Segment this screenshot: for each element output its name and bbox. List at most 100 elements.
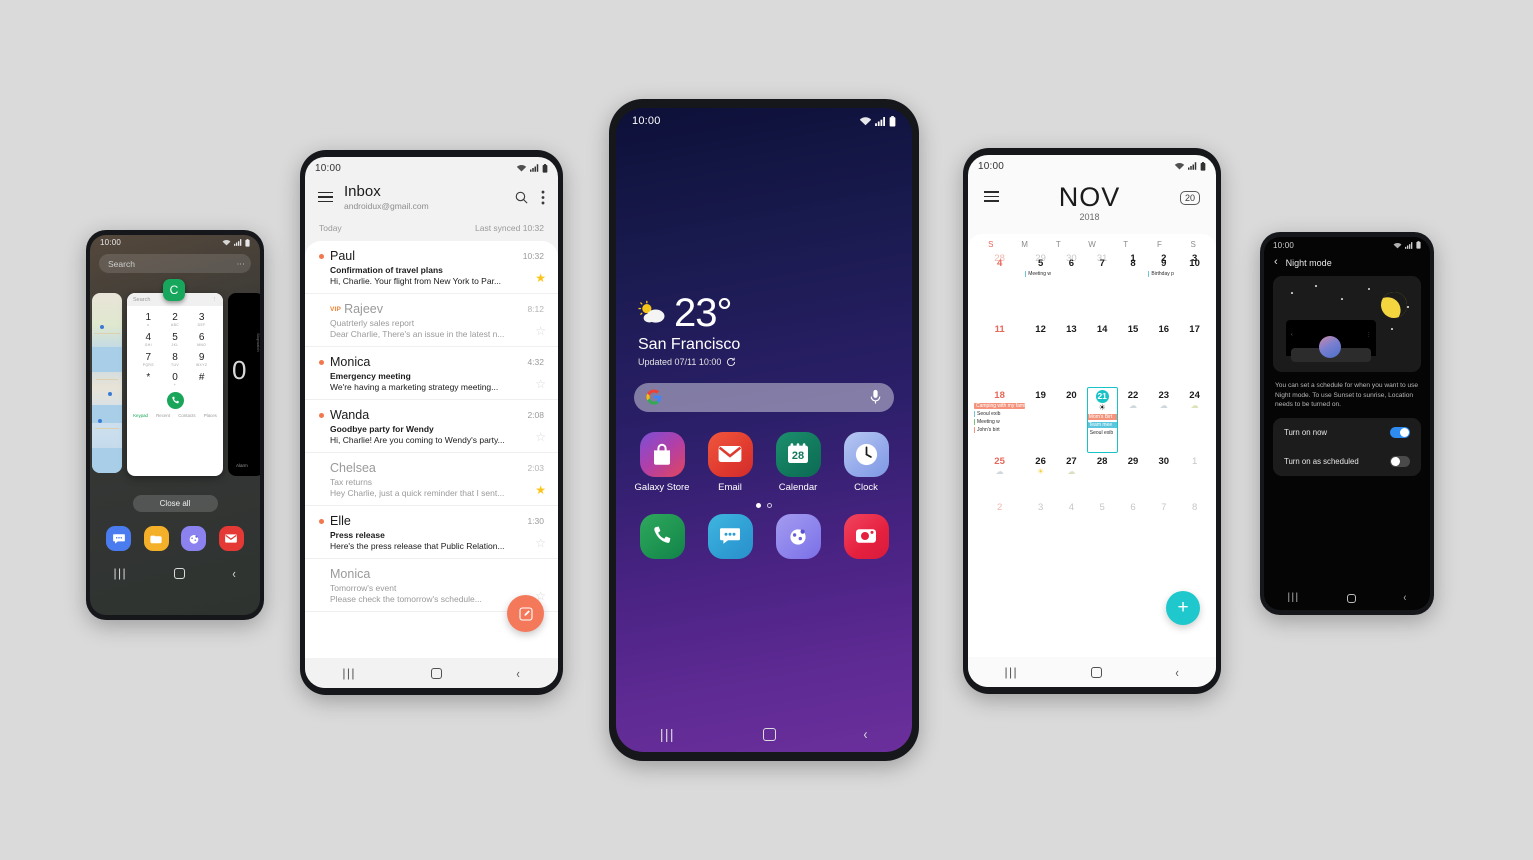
dial-key[interactable]: 1 ∞ [146,312,152,327]
email-row[interactable]: Wanda 2:08 Goodbye party for Wendy Hi, Ch… [305,400,558,453]
google-search-bar[interactable] [634,382,894,412]
dial-key[interactable]: 7 PQRS [143,352,154,367]
calendar-day[interactable]: 28 [1087,453,1118,499]
back-nav-icon[interactable]: ‹ [1403,592,1406,604]
calendar-event[interactable]: Seoul exib [974,410,1025,417]
calendar-day[interactable]: 29 [1118,453,1149,499]
calendar-day[interactable]: 19 [1025,387,1056,453]
toggle-turn-on-now[interactable] [1390,426,1410,438]
recents-search-bar[interactable]: Search ⋮ [99,254,251,273]
back-nav-icon[interactable]: ‹ [864,727,868,742]
home-nav-icon[interactable] [1091,666,1103,678]
email-row[interactable]: VIP Rajeev 8:12 Quatrterly sales report De… [305,294,558,347]
calendar-day[interactable]: 22 ☁ [1118,387,1149,453]
dial-key[interactable]: 8 TUV [171,352,179,367]
email-row[interactable]: Monica 4:32 Emergency meeting We're havin… [305,347,558,400]
dock-app-messages[interactable] [707,513,753,559]
dialer-keypad[interactable]: 1 ∞ 2 ABC 3 DEF 4 GHI 5 JKL 6 MNO 7 PQRS 8 TUV 9… [127,306,223,387]
star-icon[interactable]: ★ [535,272,546,284]
compose-button[interactable] [507,595,544,632]
calendar-day[interactable]: 10 [1179,255,1210,321]
dock-app-phone[interactable] [639,513,685,559]
add-event-button[interactable]: + [1166,591,1200,625]
calendar-day[interactable]: 6 [1118,499,1149,533]
calendar-day[interactable]: 23 ☁ [1148,387,1179,453]
recents-nav-icon[interactable]: ||| [114,567,128,579]
recents-nav-icon[interactable]: ||| [1288,593,1300,603]
calendar-event[interactable]: Meeting w [1025,270,1056,277]
page-dot-active[interactable] [756,502,761,508]
calendar-day[interactable]: 17 [1179,321,1210,387]
calendar-day[interactable]: 1 [1118,195,1149,264]
email-row[interactable]: Elle 1:30 Press release Here's the press … [305,506,558,559]
weather-widget[interactable]: 23° San Francisco Updated 07/11 10:00 [616,292,912,367]
dock-icon-email[interactable] [218,526,244,551]
app-calendar[interactable]: 28 Calendar [764,431,832,493]
overflow-icon[interactable] [541,190,545,205]
email-row[interactable]: Chelsea 2:03 Tax returns Hey Charlie, jus… [305,453,558,506]
calendar-event[interactable]: Team mee [1086,421,1118,428]
calendar-day[interactable]: 11 [974,321,1025,387]
calendar-event[interactable]: Meeting w [974,418,1025,425]
dial-key[interactable]: # [199,372,205,387]
clock-tab-alarm[interactable]: Alarm [236,463,248,468]
home-nav-icon[interactable] [174,567,186,579]
calendar-day[interactable]: 8 [1179,499,1210,533]
calendar-day[interactable]: 26 ☀ [1025,453,1056,499]
call-button[interactable] [166,392,184,409]
back-icon[interactable]: ‹ [1274,257,1278,268]
back-nav-icon[interactable]: ‹ [517,667,520,680]
calendar-day[interactable]: 20 [1056,387,1087,453]
calendar-day[interactable]: 14 [1087,321,1118,387]
dialer-tabs[interactable]: Keypad Recent Contacts Places [127,409,223,418]
calendar-day[interactable]: 3 [1179,195,1210,264]
calendar-day[interactable]: 5 [1087,499,1118,533]
dialer-overflow-icon[interactable]: ⋮ [212,297,218,303]
calendar-day[interactable]: 13 [1056,321,1087,387]
overflow-icon[interactable]: ⋮ [236,260,245,268]
calendar-event[interactable]: Mom's Birt [1086,413,1118,420]
dial-key[interactable]: * [146,372,150,387]
calendar-day[interactable]: 7 [1148,499,1179,533]
calendar-day[interactable]: 1 [1179,453,1210,499]
star-icon[interactable]: ☆ [535,378,546,390]
app-galaxy-store[interactable]: Galaxy Store [628,431,696,493]
dial-key[interactable]: 6 MNO [197,332,206,347]
dial-key[interactable]: 3 DEF [198,312,206,327]
dial-key[interactable]: 2 ABC [171,312,179,327]
recents-card-maps[interactable] [92,293,122,473]
home-nav-icon[interactable] [1346,593,1356,603]
dialer-tab-contacts[interactable]: Contacts [178,413,195,418]
dialer-tab-recent[interactable]: Recent [156,413,170,418]
calendar-day[interactable]: 29 [1025,195,1056,264]
star-icon[interactable]: ☆ [535,431,546,443]
calendar-day[interactable]: 27 ☁ [1056,453,1087,499]
calendar-event[interactable]: Camping with my fami [974,402,1026,409]
calendar-day-selected[interactable]: 21 ☀ Mom's Birt Team mee Seoul exib [1086,387,1118,453]
search-icon[interactable] [514,190,529,205]
calendar-day[interactable]: 2 [1148,195,1179,264]
calendar-day[interactable]: 6 [1056,255,1087,321]
calendar-day[interactable]: 16 [1148,321,1179,387]
calendar-day[interactable]: 12 [1025,321,1056,387]
calendar-day[interactable]: 28 [974,195,1025,264]
dock-icon-messages[interactable] [106,526,132,551]
star-icon[interactable]: ☆ [535,325,546,337]
calendar-day[interactable]: 4 [1056,499,1087,533]
dock-app-internet[interactable] [775,513,821,559]
recents-card-clock[interactable]: 0 Stopwatch Alarm [228,293,260,476]
calendar-event[interactable]: John's birt [974,426,1025,433]
star-icon[interactable]: ★ [535,484,546,496]
dialer-tab-places[interactable]: Places [204,413,217,418]
email-row[interactable]: Paul 10:32 Confirmation of travel plans H… [305,241,558,294]
calendar-day[interactable]: 2 [974,499,1025,533]
app-clock[interactable]: Clock [832,431,900,493]
dock-icon-my-files[interactable] [143,526,169,551]
recents-nav-icon[interactable]: ||| [660,727,675,741]
dock-icon-internet[interactable] [181,526,207,551]
dialer-tab-keypad[interactable]: Keypad [133,413,148,418]
home-nav-icon[interactable] [762,727,776,741]
back-nav-icon[interactable]: ‹ [233,567,236,580]
menu-icon[interactable] [318,191,333,203]
calendar-day[interactable]: 3 [1025,499,1056,533]
